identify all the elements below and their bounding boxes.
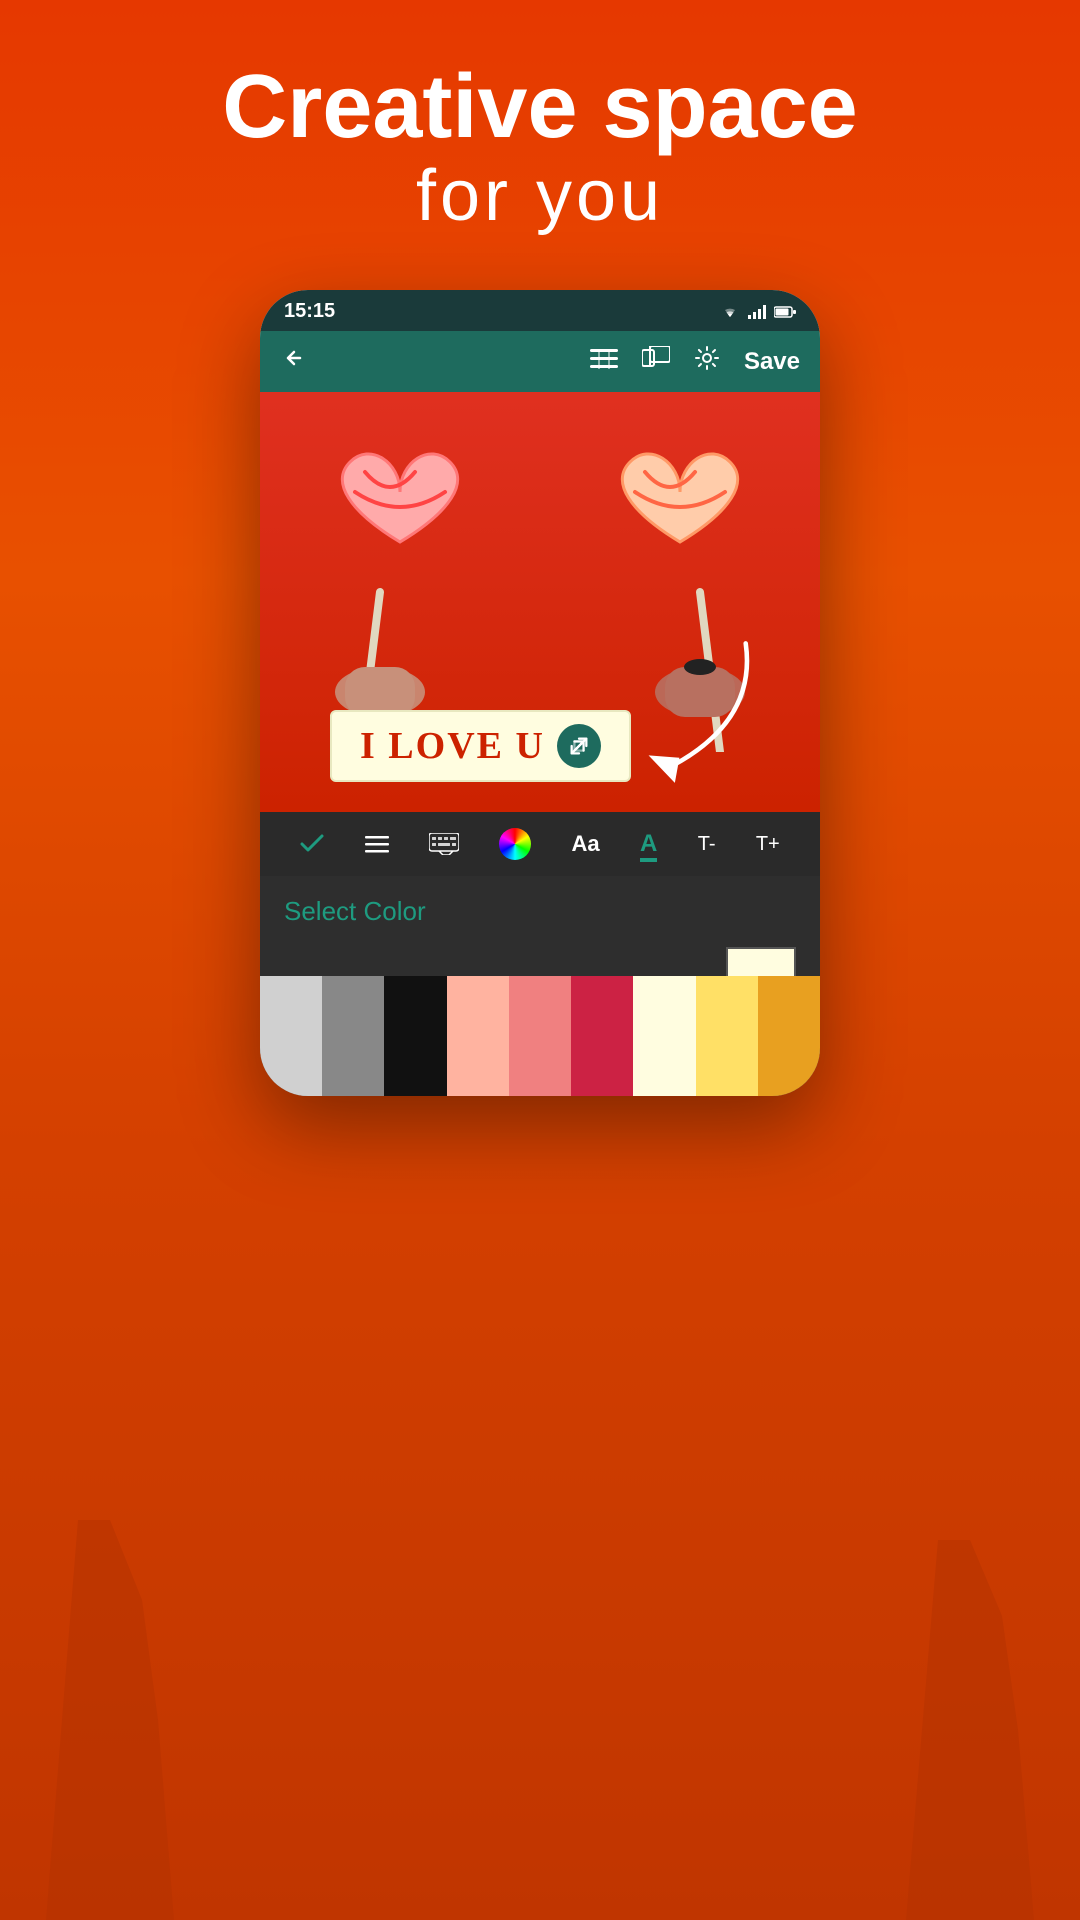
back-button[interactable]: [280, 346, 308, 377]
list-tool[interactable]: [365, 834, 389, 854]
header-line2: for you: [0, 155, 1080, 237]
left-candy: [290, 412, 510, 752]
canvas-text: I LOVE U: [360, 724, 545, 768]
back-icon: [280, 346, 308, 370]
phone-mockup: 15:15: [260, 290, 820, 1096]
swatch-crimson[interactable]: [571, 976, 633, 1096]
settings-button[interactable]: [694, 345, 720, 378]
select-color-label: Select Color: [284, 896, 796, 927]
annotation-arrow: [630, 632, 770, 792]
color-wheel-tool[interactable]: [499, 828, 531, 860]
swatch-light-pink[interactable]: [447, 976, 509, 1096]
canvas-text-box[interactable]: I LOVE U: [330, 710, 631, 782]
settings-icon: [694, 345, 720, 371]
text-plus-tool[interactable]: T+: [756, 833, 780, 856]
color-wheel-icon: [499, 828, 531, 860]
text-plus-label: T+: [756, 833, 780, 856]
gallery-button[interactable]: [642, 346, 670, 377]
status-time: 15:15: [284, 300, 335, 323]
header-line1: Creative space: [0, 60, 1080, 155]
highlight-tool[interactable]: A: [640, 830, 657, 858]
edit-toolbar: Aa A T- T+: [260, 812, 820, 876]
swatch-orange[interactable]: [758, 976, 820, 1096]
text-minus-label: T-: [698, 833, 716, 856]
status-bar: 15:15: [260, 290, 820, 331]
gallery-icon: [642, 346, 670, 370]
swatch-gray[interactable]: [322, 976, 384, 1096]
silhouette-left: [30, 1520, 190, 1920]
header-section: Creative space for you: [0, 60, 1080, 237]
toolbar-icons: Save: [590, 345, 800, 378]
menu-icon: [590, 349, 618, 369]
font-label: Aa: [572, 831, 600, 857]
canvas-area: I LOVE U: [260, 392, 820, 812]
check-tool[interactable]: [300, 834, 324, 854]
color-swatches-row: [260, 976, 820, 1096]
check-icon: [300, 834, 324, 854]
swatch-light-gray[interactable]: [260, 976, 322, 1096]
keyboard-icon: [429, 833, 459, 855]
resize-icon: [568, 735, 590, 757]
status-icons: [720, 305, 796, 319]
signal-icon: [748, 305, 766, 319]
battery-icon: [774, 306, 796, 318]
app-toolbar: Save: [260, 331, 820, 392]
keyboard-tool[interactable]: [429, 833, 459, 855]
swatch-cream[interactable]: [633, 976, 695, 1096]
highlight-label: A: [640, 830, 657, 858]
font-tool[interactable]: Aa: [572, 831, 600, 857]
swatch-yellow[interactable]: [696, 976, 758, 1096]
text-minus-tool[interactable]: T-: [698, 833, 716, 856]
swatch-salmon[interactable]: [509, 976, 571, 1096]
save-button[interactable]: Save: [744, 348, 800, 376]
wifi-icon: [720, 305, 740, 319]
list-icon: [365, 834, 389, 854]
menu-button[interactable]: [590, 348, 618, 376]
resize-handle[interactable]: [557, 724, 601, 768]
swatch-black[interactable]: [384, 976, 446, 1096]
silhouette-right: [890, 1540, 1050, 1920]
